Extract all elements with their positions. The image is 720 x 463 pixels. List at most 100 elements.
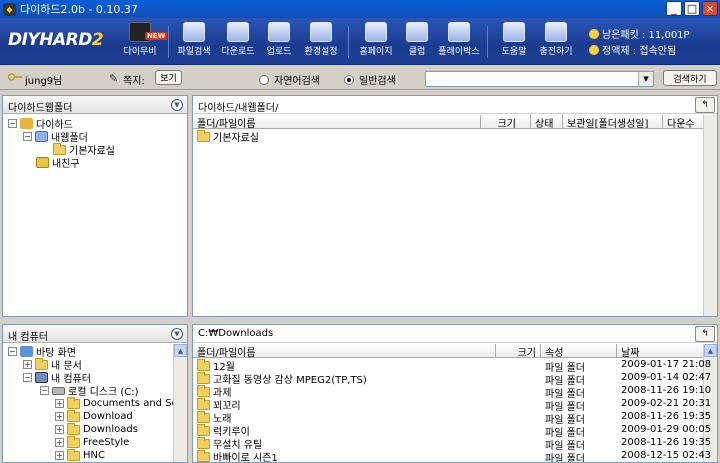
- column-header-name[interactable]: 폴더/파일이름: [193, 344, 496, 358]
- folder-icon: [197, 450, 210, 462]
- coin-icon: [545, 22, 567, 42]
- main-toolbar: DIYHARD2 다이무비 NEW 파일검색 다운로드 업로드 환경설정 홈페이…: [0, 18, 720, 65]
- folder-icon: [197, 437, 210, 449]
- column-header-stored-date[interactable]: 보관일[폴더생성일]: [563, 115, 663, 129]
- toolbar-button-recharge[interactable]: 충전하기: [532, 22, 580, 57]
- column-header-size[interactable]: 크기: [481, 115, 531, 129]
- table-row[interactable]: 노래 파일 폴더 2008-11-26 19:35: [193, 411, 711, 424]
- search-input[interactable]: [426, 72, 636, 86]
- search-button[interactable]: 검색하기: [663, 70, 717, 86]
- points-value: 11,001P: [648, 30, 690, 41]
- folder-icon: [67, 409, 80, 422]
- table-row[interactable]: 꾀꼬리 파일 폴더 2009-02-21 20:31: [193, 398, 711, 411]
- natural-search-radio[interactable]: 자연어검색: [259, 72, 320, 87]
- toolbar-button-playbox[interactable]: 플레이박스: [435, 22, 483, 57]
- folder-icon: [197, 398, 210, 410]
- toolbar-button-help[interactable]: 도움말: [490, 22, 538, 57]
- memo-icon: ✎: [109, 72, 119, 85]
- username: jung9님: [25, 76, 63, 87]
- toolbar-button-file-search[interactable]: 파일검색: [170, 22, 218, 57]
- path-bar: C:₩Downloads: [193, 325, 717, 343]
- gear-icon: [310, 22, 332, 42]
- up-folder-button[interactable]: ↰: [695, 326, 715, 342]
- scroll-up-icon[interactable]: ▲: [174, 344, 187, 357]
- folder-icon: [197, 129, 210, 142]
- key-icon: [8, 73, 22, 81]
- user-search-bar: jung9님 ✎ 쪽지: 보기 자연어검색 일반검색 ▼ 검색하기: [0, 66, 720, 90]
- tree-item-folder[interactable]: + Downloads: [55, 422, 138, 436]
- table-row[interactable]: 12월 파일 폴더 2009-01-17 21:08: [193, 359, 711, 372]
- table-row[interactable]: 고화질 동영상 감상 MPEG2(TP,TS) 파일 폴더 2009-01-14…: [193, 372, 711, 385]
- tree-item-local-disk[interactable]: − 로컬 디스크 (C:): [40, 384, 139, 398]
- logo: DIYHARD2: [8, 30, 104, 50]
- table-row[interactable]: 바빠이로 시즌1 파일 폴더 2008-12-15 02:43: [193, 450, 711, 462]
- playbox-icon: [448, 22, 470, 42]
- memo-view-button[interactable]: 보기: [155, 70, 182, 85]
- club-icon: [406, 22, 428, 42]
- upload-icon: [268, 22, 290, 42]
- web-folder-tree-panel: 다이하드웹폴더 ▼ − 다이하드 − 내웹폴더 기본자료실 내친구: [2, 95, 188, 317]
- points-info: 남은패킷 : 11,001P: [589, 26, 719, 41]
- window-title: 다이하드2.0b - 0.10.37: [20, 3, 138, 16]
- column-header-size[interactable]: 크기: [496, 344, 541, 358]
- toolbar-button-settings[interactable]: 환경설정: [297, 22, 345, 57]
- computer-icon: [35, 372, 48, 383]
- home-icon: [365, 22, 387, 42]
- panel-title: 다이하드웹폴더: [3, 96, 187, 114]
- column-header-name[interactable]: 폴더/파일이름: [193, 115, 481, 129]
- table-row[interactable]: 과제 파일 폴더 2008-11-26 19:10: [193, 385, 711, 398]
- app-icon: ◆: [3, 2, 16, 16]
- toolbar-button-club[interactable]: 클럽: [393, 22, 441, 57]
- vertical-scrollbar[interactable]: ▲: [173, 344, 187, 462]
- plan-info: 정액제 : 접속안됨: [589, 42, 719, 57]
- friends-icon: [36, 157, 49, 168]
- tree-item-folder[interactable]: + Documents and Se: [55, 396, 178, 410]
- coin-icon: [589, 29, 599, 39]
- folder-icon: [197, 385, 210, 397]
- column-header-date[interactable]: 날짜: [617, 344, 705, 358]
- tree-item-my-friends[interactable]: 내친구: [36, 156, 80, 170]
- column-header-downloads[interactable]: 다운수: [663, 115, 705, 129]
- maximize-button[interactable]: □: [684, 1, 700, 16]
- up-folder-button[interactable]: ↰: [695, 97, 715, 113]
- help-icon: [503, 22, 525, 42]
- folder-icon: [197, 372, 210, 384]
- vertical-scrollbar[interactable]: [703, 115, 717, 316]
- chevron-down-icon[interactable]: ▼: [171, 328, 183, 340]
- tree-item-folder[interactable]: + Download: [55, 409, 133, 423]
- column-header-status[interactable]: 상태: [531, 115, 563, 129]
- table-row[interactable]: 무설치 유틸 파일 폴더 2008-11-26 19:35: [193, 437, 711, 450]
- local-file-panel: C:₩Downloads ↰ 폴더/파일이름 크기 속성 날짜 ▲ 12월 파일…: [192, 324, 718, 463]
- drive-icon: [20, 118, 33, 129]
- folder-icon: [67, 422, 80, 435]
- web-folder-icon: [35, 131, 48, 142]
- folder-icon: [67, 435, 80, 448]
- folder-icon: [197, 411, 210, 423]
- title-bar: ◆ 다이하드2.0b - 0.10.37 _ □ ×: [0, 0, 720, 18]
- panel-title: 내 컴퓨터: [3, 325, 187, 343]
- toolbar-button-upload[interactable]: 업로드: [255, 22, 303, 57]
- web-folder-file-panel: 다이하드/내웹폴더/ ↰ 폴더/파일이름 크기 상태 보관일[폴더생성일] 다운…: [192, 95, 718, 317]
- desktop-icon: [20, 346, 33, 357]
- memo-label: 쪽지:: [123, 76, 145, 87]
- tree-item-folder[interactable]: + FreeStyle: [55, 435, 129, 449]
- plan-icon: [589, 45, 599, 55]
- normal-search-radio[interactable]: 일반검색: [344, 72, 396, 87]
- list-item[interactable]: 기본자료실: [197, 129, 259, 144]
- table-row[interactable]: 럭키루이 파일 폴더 2009-01-29 00:05: [193, 424, 711, 437]
- column-header-attribute[interactable]: 속성: [541, 344, 617, 358]
- chevron-down-icon[interactable]: ▼: [638, 72, 653, 86]
- close-button[interactable]: ×: [702, 1, 718, 16]
- plan-value: 접속안됨: [639, 46, 677, 57]
- chevron-down-icon[interactable]: ▼: [171, 99, 183, 111]
- tree-item-folder[interactable]: + HNC: [55, 448, 105, 462]
- scroll-up-icon[interactable]: ▲: [704, 344, 717, 357]
- search-combobox[interactable]: ▼: [425, 71, 654, 87]
- folder-icon: [67, 396, 80, 409]
- folder-icon: [53, 142, 66, 155]
- minimize-button[interactable]: _: [666, 1, 682, 16]
- search-icon: [183, 22, 205, 42]
- disk-icon: [52, 386, 65, 395]
- folder-icon: [197, 359, 210, 371]
- folder-icon: [67, 448, 80, 461]
